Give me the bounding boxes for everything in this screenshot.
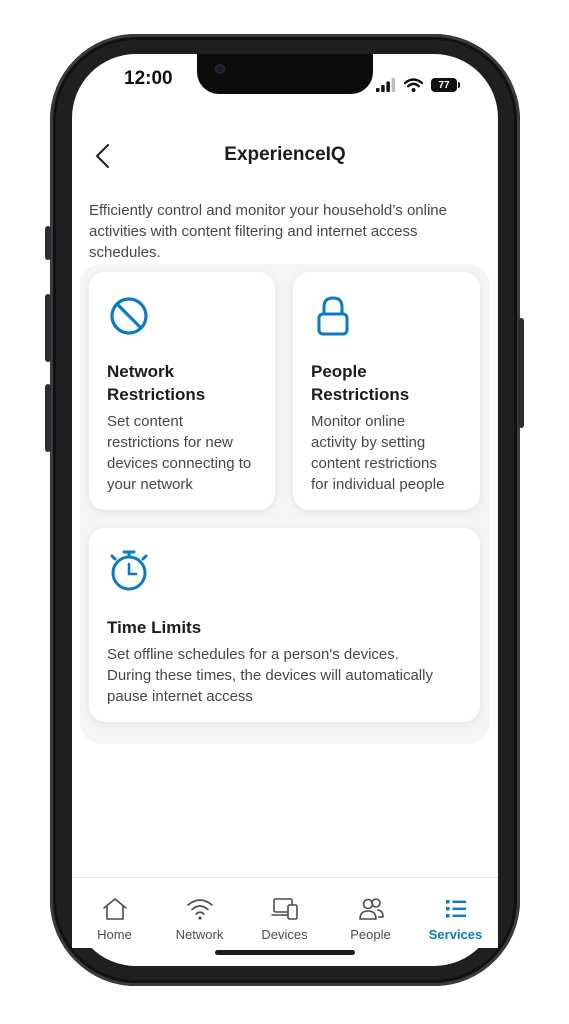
notch [197,54,373,94]
front-camera [215,64,225,74]
devices-icon [271,898,298,920]
nav-label: Network [175,927,224,942]
people-icon [359,898,384,920]
status-icons: 77 [376,78,460,92]
nav-network[interactable]: Network [157,878,242,948]
card-title: Network [107,362,175,381]
list-icon [446,900,466,918]
card-description: restrictions for new [107,434,233,451]
network-restrictions-card[interactable]: Network Restrictions Set content restric… [89,272,275,510]
wifi-icon [187,899,213,920]
nav-services[interactable]: Services [413,878,498,948]
card-description: for individual people [311,476,445,493]
home-icon [103,898,127,920]
wifi-status-icon [404,78,423,92]
nav-label: Services [428,927,483,942]
nav-label: Devices [261,927,308,942]
home-indicator [215,950,355,955]
nav-home[interactable]: Home [72,878,157,948]
intro-text: Efficiently control and monitor your hou… [89,202,447,261]
mute-switch [45,226,51,260]
bottom-nav: Home Network Devices People Services [72,877,498,948]
volume-up-button [45,294,51,362]
card-description: Set content [107,413,183,430]
card-description: Monitor online [311,413,406,430]
card-title: People [311,362,367,381]
card-description: content restrictions [311,455,437,472]
lock-icon [317,296,349,336]
card-title: Time Limits [107,618,202,637]
card-description: devices connecting to [107,455,252,472]
page-title: ExperienceIQ [224,144,346,165]
card-title: Restrictions [107,385,206,404]
power-button [518,318,524,428]
card-description: During these times, the devices will aut… [107,667,433,684]
card-description: activity by setting [311,434,426,451]
card-title: Restrictions [311,385,410,404]
stopwatch-icon [110,550,148,591]
volume-down-button [45,384,51,452]
nav-people[interactable]: People [328,878,413,948]
signal-icon [376,78,396,92]
card-description: Set offline schedules for a person's dev… [107,646,399,663]
nav-label: Home [97,927,132,942]
card-description: your network [107,476,193,493]
block-icon [110,297,148,335]
nav-devices[interactable]: Devices [242,878,327,948]
time-limits-card[interactable]: Time Limits Set offline schedules for a … [89,528,480,722]
people-restrictions-card[interactable]: People Restrictions Monitor online activ… [293,272,480,510]
card-description: pause internet access [107,688,253,705]
status-time: 12:00 [124,68,173,89]
nav-label: People [350,927,391,942]
battery-indicator: 77 [431,78,460,92]
